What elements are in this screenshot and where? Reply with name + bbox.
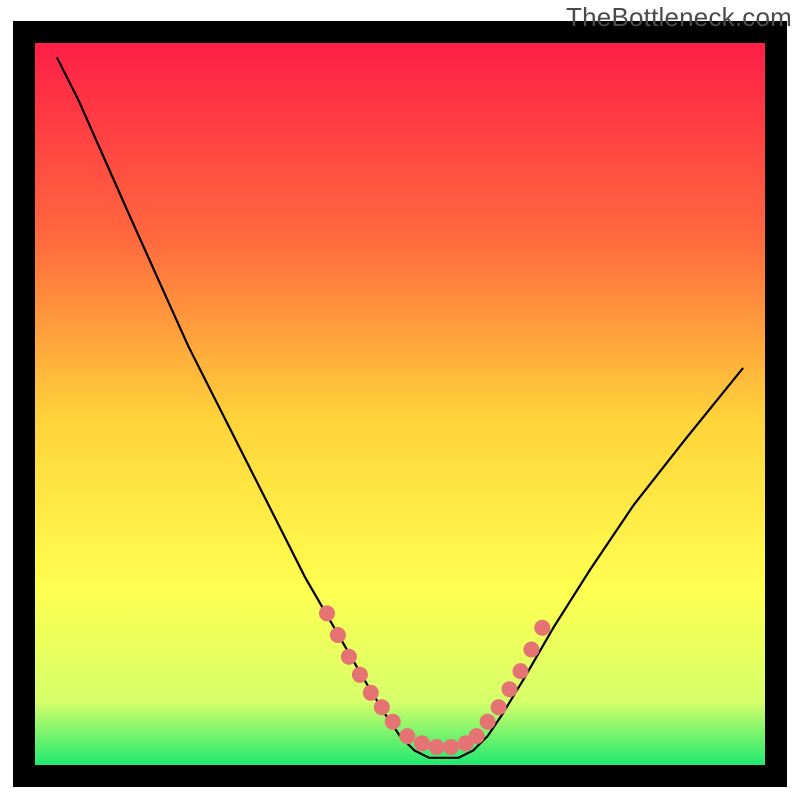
marker-point [534,620,550,636]
marker-point [480,714,496,730]
marker-point [491,699,507,715]
marker-point [502,681,518,697]
marker-point [429,739,445,755]
marker-point [469,728,485,744]
marker-point [363,685,379,701]
marker-point [523,642,539,658]
bottleneck-chart [0,0,800,800]
marker-point [414,735,430,751]
plot-background [24,32,776,776]
chart-frame: TheBottleneck.com [0,0,800,800]
marker-point [513,663,529,679]
marker-point [385,714,401,730]
marker-point [330,627,346,643]
marker-point [319,605,335,621]
marker-point [374,699,390,715]
marker-point [352,667,368,683]
attribution-text: TheBottleneck.com [566,2,792,33]
marker-point [399,728,415,744]
marker-point [341,649,357,665]
marker-point [443,739,459,755]
